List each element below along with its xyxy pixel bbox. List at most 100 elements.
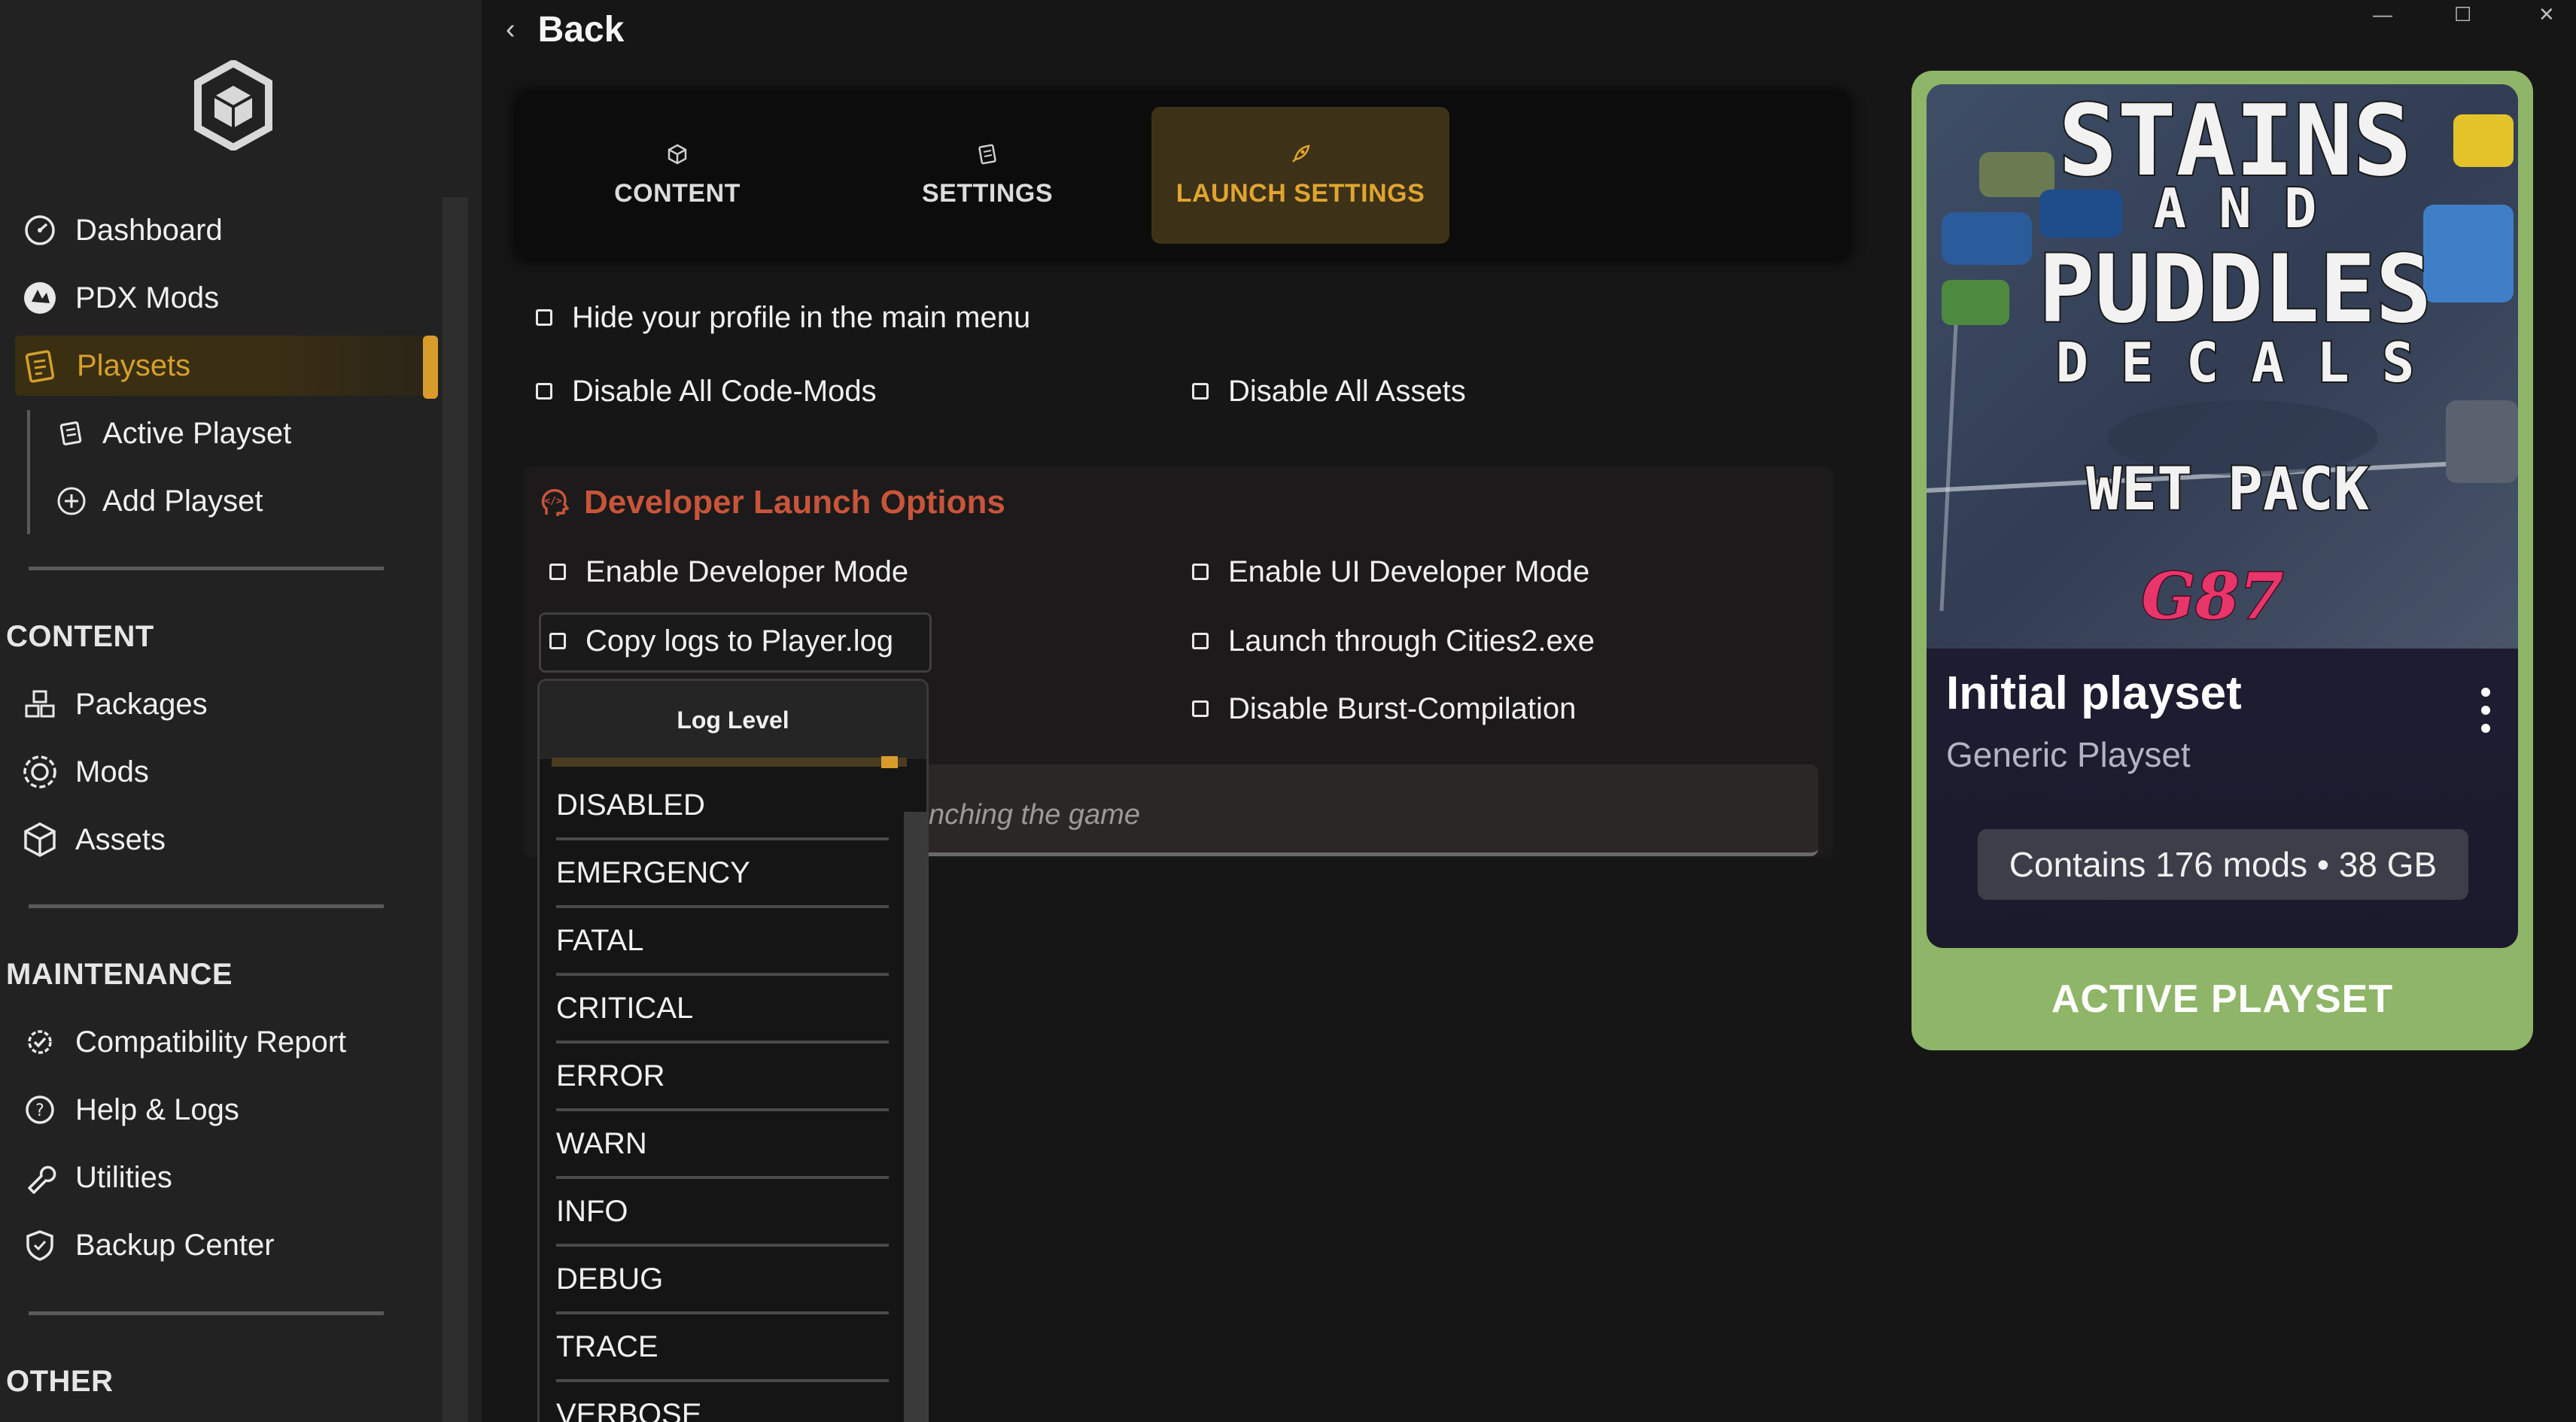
sidebar-item-packages[interactable]: Packages <box>21 674 208 734</box>
checkbox[interactable] <box>1192 383 1209 400</box>
sidebar-item-label: PDX Mods <box>75 281 220 314</box>
sidebar-item-utilities[interactable]: Utilities <box>21 1147 172 1208</box>
tab-label: CONTENT <box>614 178 741 208</box>
sidebar-item-label: Assets <box>75 822 166 856</box>
log-level-option[interactable]: ERROR <box>556 1044 889 1111</box>
sidebar-item-label: Packages <box>75 687 208 721</box>
option-enable-ui-developer-mode[interactable]: Enable UI Developer Mode <box>1192 549 1589 594</box>
sidebar-scrollbar[interactable] <box>443 197 468 1422</box>
option-disable-code-mods[interactable]: Disable All Code-Mods <box>536 369 877 414</box>
checkbox[interactable] <box>536 309 552 326</box>
sidebar-item-active-playset[interactable]: Active Playset <box>54 403 291 463</box>
log-level-option[interactable]: FATAL <box>556 908 889 976</box>
maximize-button[interactable]: ☐ <box>2454 3 2471 26</box>
log-level-option[interactable]: WARN <box>556 1111 889 1179</box>
thumb-line4: D E C A L S <box>2056 331 2415 394</box>
backup-icon <box>21 1226 59 1264</box>
minimize-button[interactable]: — <box>2373 3 2392 26</box>
launch-args-placeholder: nching the game <box>929 799 1140 831</box>
tab-launch-settings[interactable]: LAUNCH SETTINGS <box>1151 107 1449 244</box>
packages-icon <box>21 685 59 723</box>
sidebar-item-backup-center[interactable]: Backup Center <box>21 1215 275 1275</box>
sidebar-item-label: Help & Logs <box>75 1092 239 1126</box>
assets-icon <box>21 821 59 858</box>
log-level-slider-knob[interactable] <box>881 756 898 768</box>
log-level-option[interactable]: DISABLED <box>556 773 889 840</box>
option-hide-profile[interactable]: Hide your profile in the main menu <box>536 295 1030 340</box>
settings-icon <box>978 144 996 164</box>
log-level-dropdown[interactable]: Log Level DISABLED EMERGENCY FATAL CRITI… <box>537 679 929 1422</box>
log-level-option[interactable]: CRITICAL <box>556 976 889 1044</box>
checkbox[interactable] <box>1192 564 1209 580</box>
back-button[interactable]: ‹ Back <box>506 6 624 53</box>
sidebar-item-label: Utilities <box>75 1160 172 1194</box>
back-label: Back <box>537 9 625 50</box>
log-level-option[interactable]: VERBOSE <box>556 1382 889 1422</box>
playset-subtitle: Generic Playset <box>1946 735 2191 774</box>
checkbox[interactable] <box>536 383 552 400</box>
sidebar-item-label: Backup Center <box>75 1228 275 1262</box>
option-label: Disable All Code-Mods <box>572 374 877 408</box>
checkbox[interactable] <box>549 564 566 580</box>
sidebar-item-label: Compatibility Report <box>75 1025 347 1059</box>
tab-bar: CONTENT SETTINGS LAUNCH SETTINGS <box>516 92 1850 260</box>
sidebar-item-compatibility-report[interactable]: Compatibility Report <box>21 1012 346 1072</box>
dashboard-icon <box>21 211 59 249</box>
tab-label: SETTINGS <box>921 178 1054 208</box>
playset-thumbnail: STAINS A N D PUDDLES D E C A L S WET PAC… <box>1927 84 2518 649</box>
tab-content[interactable]: CONTENT <box>528 107 826 244</box>
option-label: Disable Burst-Compilation <box>1228 691 1577 725</box>
sidebar-item-pdx-mods[interactable]: PDX Mods <box>21 268 219 328</box>
option-launch-through-cities2[interactable]: Launch through Cities2.exe <box>1192 618 1595 664</box>
developer-options-title: </> Developer Launch Options <box>537 480 1005 525</box>
playset-title: Initial playset <box>1946 667 2242 719</box>
playset-card-body: STAINS A N D PUDDLES D E C A L S WET PAC… <box>1927 84 2518 948</box>
sidebar-item-mods[interactable]: Mods <box>21 742 149 802</box>
option-copy-logs[interactable]: Copy logs to Player.log <box>549 618 893 664</box>
log-level-option[interactable]: TRACE <box>556 1314 889 1382</box>
option-label: Hide your profile in the main menu <box>572 300 1031 334</box>
sidebar-item-add-playset[interactable]: Add Playset <box>54 471 263 531</box>
checkbox[interactable] <box>1192 700 1209 717</box>
dropdown-scrollbar[interactable] <box>904 812 926 1422</box>
help-icon: ? <box>21 1091 59 1129</box>
option-disable-assets[interactable]: Disable All Assets <box>1192 369 1466 414</box>
section-heading-other: OTHER <box>6 1365 114 1398</box>
app-logo <box>194 60 272 150</box>
sidebar-item-help-logs[interactable]: ? Help & Logs <box>21 1080 239 1140</box>
active-playset-label: ACTIVE PLAYSET <box>2051 977 2394 1021</box>
active-indicator <box>423 336 438 399</box>
log-level-slider-track <box>552 758 907 767</box>
tab-settings[interactable]: SETTINGS <box>838 107 1136 244</box>
log-level-option[interactable]: INFO <box>556 1179 889 1247</box>
close-button[interactable]: ✕ <box>2538 3 2555 26</box>
svg-text:?: ? <box>35 1101 44 1120</box>
option-disable-burst-compilation[interactable]: Disable Burst-Compilation <box>1192 686 1576 731</box>
option-enable-developer-mode[interactable]: Enable Developer Mode <box>549 549 908 594</box>
thumb-line3: PUDDLES <box>2039 235 2432 344</box>
thumb-signature: G87 <box>2142 559 2284 634</box>
log-level-option[interactable]: EMERGENCY <box>556 840 889 908</box>
sidebar-item-playsets[interactable]: Playsets <box>15 336 438 396</box>
divider <box>29 567 384 570</box>
sidebar-item-assets[interactable]: Assets <box>21 810 166 870</box>
sidebar: Dashboard PDX Mods Playsets Active Plays… <box>0 0 482 1422</box>
more-vertical-icon[interactable] <box>2474 688 2497 733</box>
wrench-icon <box>21 1159 59 1196</box>
divider <box>29 1311 384 1315</box>
checkbox[interactable] <box>549 633 566 649</box>
option-label: Enable UI Developer Mode <box>1228 555 1590 588</box>
sidebar-item-dashboard[interactable]: Dashboard <box>21 200 223 260</box>
section-heading-maintenance: MAINTENANCE <box>6 958 233 991</box>
sidebar-item-label: Mods <box>75 755 149 788</box>
playset-icon <box>54 416 89 451</box>
log-level-header: Log Level <box>540 681 926 759</box>
pdx-icon <box>21 279 59 317</box>
mods-icon <box>21 753 59 791</box>
add-circle-icon <box>54 484 89 518</box>
compatibility-icon <box>21 1023 59 1061</box>
thumb-line2: A N D <box>2154 177 2317 240</box>
developer-title-text: Developer Launch Options <box>584 484 1005 521</box>
log-level-option[interactable]: DEBUG <box>556 1247 889 1314</box>
checkbox[interactable] <box>1192 633 1209 649</box>
